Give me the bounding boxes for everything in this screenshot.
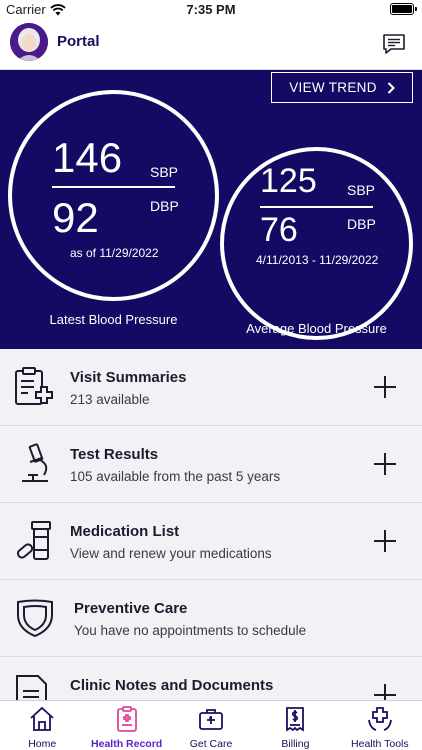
average-date-range: 4/11/2013 - 11/29/2022 (256, 253, 379, 267)
latest-dbp-unit: DBP (150, 198, 179, 214)
average-bp-label: Average Blood Pressure (246, 321, 387, 336)
list-item-visit-summaries[interactable]: Visit Summaries 213 available (0, 349, 422, 426)
tab-billing[interactable]: Billing (253, 701, 337, 750)
tab-label: Billing (281, 738, 310, 750)
battery-icon (390, 3, 417, 15)
tab-home[interactable]: Home (0, 701, 84, 750)
latest-dbp-value: 92 (52, 194, 99, 241)
tab-get-care[interactable]: Get Care (169, 701, 253, 750)
list-item-medication-list[interactable]: Medication List View and renew your medi… (0, 503, 422, 580)
average-sbp-unit: SBP (347, 182, 376, 198)
list-item-subtitle: You have no appointments to schedule (74, 623, 307, 638)
list-item-preventive-care[interactable]: Preventive Care You have no appointments… (0, 580, 422, 657)
home-icon (30, 706, 54, 731)
app-title: Portal (57, 33, 100, 50)
health-record-list: Visit Summaries 213 available Test Resul… (0, 349, 422, 734)
tab-label: Home (28, 738, 57, 750)
list-item-subtitle: 213 available (70, 392, 150, 407)
messages-icon[interactable] (382, 32, 406, 56)
user-portrait-icon (10, 23, 48, 61)
shield-icon (17, 599, 53, 638)
average-divider (260, 206, 373, 208)
latest-bp-ring[interactable]: 146 SBP 92 DBP as of 11/29/2022 (8, 90, 219, 301)
list-item-title: Visit Summaries (70, 369, 187, 386)
plus-icon[interactable] (374, 530, 396, 552)
view-trend-button[interactable]: VIEW TREND (271, 72, 413, 103)
average-bp-ring[interactable]: 125 SBP 76 DBP 4/11/2013 - 11/29/2022 (220, 147, 413, 340)
latest-divider (52, 186, 175, 188)
list-item-title: Test Results (70, 446, 159, 463)
plus-icon[interactable] (374, 453, 396, 475)
view-trend-label: VIEW TREND (289, 80, 377, 95)
tab-label: Health Tools (351, 738, 409, 750)
clock: 7:35 PM (186, 2, 236, 17)
list-item-title: Preventive Care (74, 600, 188, 617)
list-item-subtitle: View and renew your medications (70, 546, 272, 561)
latest-date: as of 11/29/2022 (70, 246, 159, 260)
avatar[interactable] (10, 23, 48, 61)
tab-health-tools[interactable]: Health Tools (338, 701, 422, 750)
microscope-icon (22, 443, 48, 482)
list-item-subtitle: 105 available from the past 5 years (70, 469, 281, 484)
latest-sbp-value: 146 (52, 134, 123, 181)
latest-sbp-unit: SBP (150, 164, 179, 180)
health-record-icon (116, 706, 137, 732)
tab-bar: Home Health Record Get Care Billing Heal… (0, 700, 422, 750)
list-item-title: Clinic Notes and Documents (70, 677, 274, 694)
latest-bp-label: Latest Blood Pressure (49, 312, 178, 327)
list-item-title: Medication List (70, 523, 180, 540)
chevron-right-icon (387, 81, 395, 94)
pill-bottle-icon (16, 521, 51, 560)
average-dbp-unit: DBP (347, 216, 376, 232)
blood-pressure-panel: VIEW TREND 146 SBP 92 DBP as of 11/29/20… (0, 70, 422, 349)
average-sbp-value: 125 (260, 162, 317, 200)
list-item-test-results[interactable]: Test Results 105 available from the past… (0, 426, 422, 503)
medical-bag-icon (199, 709, 223, 730)
status-bar: Carrier 7:35 PM (0, 0, 422, 20)
clipboard-plus-icon (15, 367, 53, 405)
hands-cross-icon (367, 707, 392, 731)
tab-label: Health Record (91, 738, 163, 750)
app-header: Portal (0, 20, 422, 70)
tab-health-record[interactable]: Health Record (84, 701, 168, 750)
average-dbp-value: 76 (260, 211, 298, 249)
bill-icon (286, 707, 305, 732)
plus-icon[interactable] (374, 376, 396, 398)
tab-label: Get Care (189, 738, 233, 750)
